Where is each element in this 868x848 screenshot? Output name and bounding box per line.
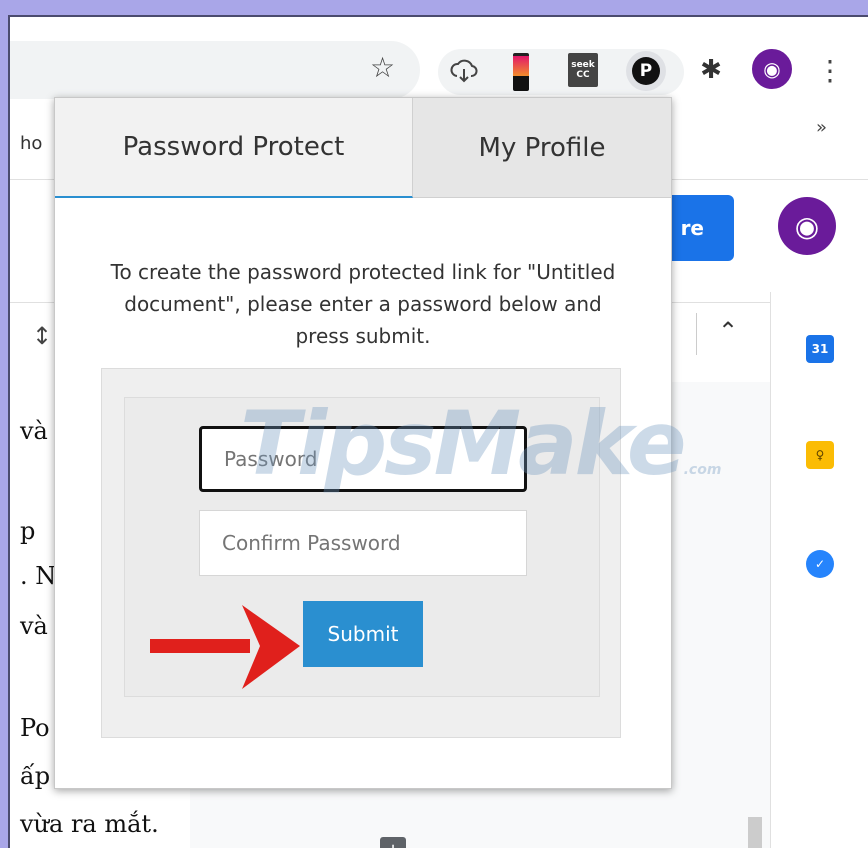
doc-text-line: và (20, 417, 48, 445)
cloud-download-icon[interactable] (446, 53, 482, 89)
tab-password-protect[interactable]: Password Protect (55, 98, 413, 198)
popup-body: To create the password protected link fo… (55, 198, 671, 788)
docs-account-avatar-icon[interactable]: ◉ (778, 197, 836, 255)
bookmark-item[interactable]: ho (20, 133, 42, 154)
doc-text-line: . N (20, 562, 57, 590)
red-arrow-icon (150, 605, 300, 689)
seek-label: seek (571, 60, 595, 70)
doc-text-line: p (20, 517, 36, 545)
instructions-text: To create the password protected link fo… (110, 260, 616, 348)
address-bar[interactable] (10, 41, 420, 99)
browser-window: ☆ seek CC P ✱ ◉ ⋮ ho » re ◉ ↕ ⌃ và p . N… (8, 15, 868, 848)
bookmark-star-icon[interactable]: ☆ (370, 51, 395, 84)
share-label: re (680, 216, 704, 240)
doc-text-line: ấp (20, 762, 51, 790)
seek-cc-extension-icon[interactable]: seek CC (568, 53, 598, 87)
tab-my-profile[interactable]: My Profile (413, 98, 671, 198)
add-icon[interactable]: + (380, 837, 406, 848)
tasks-check-icon[interactable]: ✓ (806, 550, 834, 578)
keep-bulb-icon[interactable]: ♀ (806, 441, 834, 469)
doc-text-line: và (20, 612, 48, 640)
confirm-password-input[interactable] (199, 510, 527, 576)
scrollbar[interactable] (748, 817, 762, 848)
popup-tabs: Password Protect My Profile (55, 98, 671, 198)
password-protect-extension-icon[interactable]: P (626, 51, 666, 91)
chevron-up-icon[interactable]: ⌃ (718, 317, 738, 345)
p-badge-label: P (632, 57, 660, 85)
calendar-day: 31 (811, 342, 829, 356)
extensions-puzzle-icon[interactable]: ✱ (694, 53, 728, 87)
doc-text-line: Po (20, 714, 50, 742)
phone-extension-icon[interactable] (513, 53, 529, 91)
toolbar-divider (696, 313, 697, 355)
doc-text-line: vừa ra mắt. (20, 810, 159, 838)
password-input[interactable] (199, 426, 527, 492)
submit-button[interactable]: Submit (303, 601, 423, 667)
bookmarks-more-icon[interactable]: » (816, 117, 827, 138)
password-protect-popup: Password Protect My Profile To create th… (54, 97, 672, 789)
cc-label: CC (576, 70, 590, 80)
calendar-icon[interactable]: 31 (806, 335, 834, 363)
profile-avatar-icon[interactable]: ◉ (752, 49, 792, 89)
line-spacing-icon[interactable]: ↕ (32, 322, 52, 350)
menu-kebab-icon[interactable]: ⋮ (816, 53, 844, 89)
